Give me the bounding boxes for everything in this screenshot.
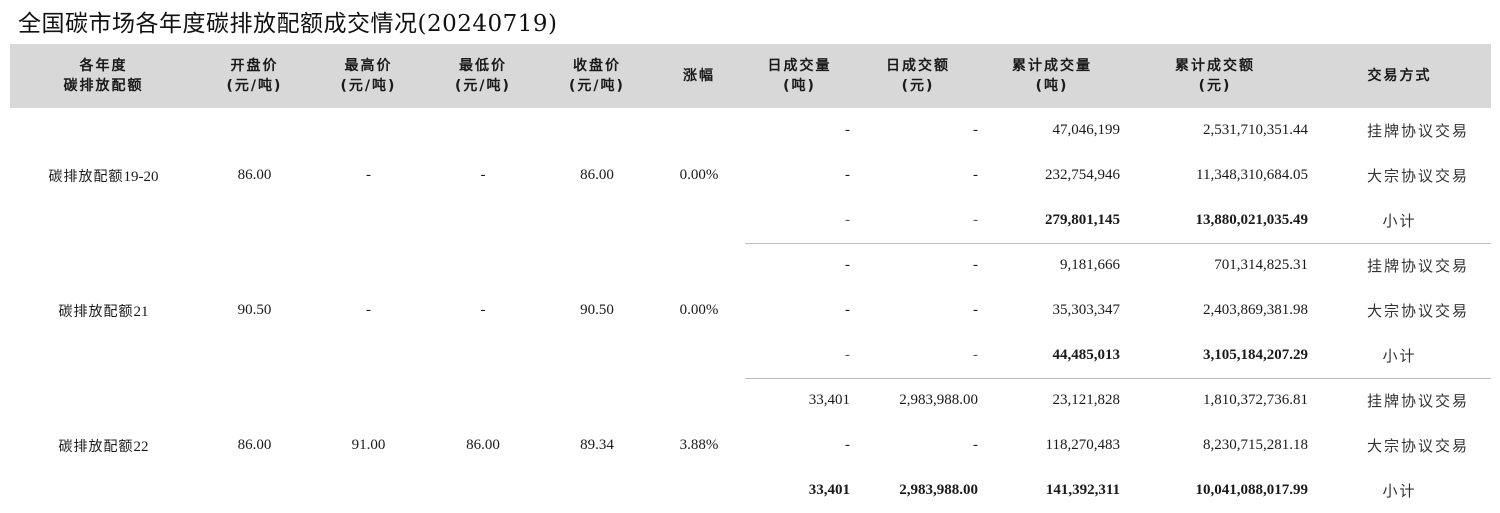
column-header-trade-mode: 交易方式 [1308, 44, 1491, 108]
open-price-cell: 86.00 [237, 167, 272, 183]
column-header-high: 最高价 (元/吨) [312, 44, 425, 108]
cumulative-volume-subtotal: 44,485,013 [982, 333, 1122, 379]
daily-volume-cell: - [745, 333, 854, 379]
high-price-cell: - [366, 167, 371, 183]
column-header-year: 各年度 碳排放配额 [10, 44, 197, 108]
subtotal-label: 小计 [1308, 198, 1491, 244]
column-header-low: 最低价 (元/吨) [425, 44, 541, 108]
daily-volume-cell: - [845, 257, 850, 274]
column-header-close: 收盘价 (元/吨) [541, 44, 653, 108]
close-price-cell: 90.50 [580, 302, 614, 318]
cumulative-amount-cell: 701,314,825.31 [1214, 257, 1308, 274]
daily-amount-subtotal: 2,983,988.00 [899, 482, 978, 498]
low-price-cell: 86.00 [466, 437, 500, 453]
open-price-cell: 86.00 [237, 437, 272, 453]
cumulative-volume-cell: 232,754,946 [1045, 167, 1120, 183]
daily-amount-cell: 2,983,988.00 [899, 392, 978, 409]
cumulative-amount-subtotal: 13,880,021,035.49 [1122, 198, 1308, 244]
high-price-cell: - [366, 302, 371, 318]
cumulative-amount-subtotal: 10,041,088,017.99 [1195, 482, 1309, 498]
change-cell: 3.88% [679, 437, 719, 453]
daily-volume-cell: - [845, 437, 850, 453]
cumulative-volume-subtotal: 141,392,311 [1045, 482, 1120, 498]
subtotal-label: 小计 [1308, 333, 1491, 379]
subtotal-label: 小计 [1382, 482, 1417, 500]
column-header-daily-amount: 日成交额 (元) [854, 44, 982, 108]
cumulative-volume-cell: 35,303,347 [1052, 302, 1121, 318]
trade-mode-cell: 挂牌协议交易 [1366, 122, 1469, 140]
daily-amount-cell: - [973, 122, 978, 138]
close-price-cell: 86.00 [580, 167, 614, 183]
column-header-open: 开盘价 (元/吨) [197, 44, 312, 108]
table-row: 碳排放配额21 90.50 - - 90.50 0.00% - - 9,181,… [10, 243, 1491, 319]
cumulative-amount-cell: 2,403,869,381.98 [1203, 302, 1308, 318]
high-price-cell: 91.00 [351, 437, 386, 453]
allowance-year-cell: 碳排放配额21 [58, 303, 149, 320]
daily-amount-cell: - [973, 167, 978, 183]
daily-volume-cell: - [845, 122, 850, 138]
daily-volume-cell: 33,401 [808, 392, 850, 409]
trade-mode-cell: 大宗协议交易 [1366, 437, 1469, 455]
trade-mode-cell: 大宗协议交易 [1366, 167, 1469, 185]
column-header-daily-volume: 日成交量 (吨) [745, 44, 854, 108]
column-header-change: 涨幅 [653, 44, 745, 108]
cumulative-volume-cell: 9,181,666 [1060, 257, 1120, 274]
trade-mode-cell: 大宗协议交易 [1366, 302, 1469, 320]
table-header-row: 各年度 碳排放配额 开盘价 (元/吨) 最高价 (元/吨) 最低价 (元/吨) 收盘价(… [10, 44, 1491, 108]
table-row: 碳排放配额22 86.00 91.00 86.00 89.34 3.88% 33… [10, 378, 1491, 454]
cumulative-amount-cell: 11,348,310,684.05 [1196, 167, 1308, 183]
cumulative-amount-cell: 2,531,710,351.44 [1203, 122, 1308, 138]
daily-amount-cell: - [973, 302, 978, 318]
close-price-cell: 89.34 [580, 437, 614, 453]
trade-mode-cell: 挂牌协议交易 [1366, 392, 1469, 411]
cumulative-volume-cell: 47,046,199 [1052, 122, 1121, 138]
daily-volume-cell: - [845, 167, 850, 183]
open-price-cell: 90.50 [237, 302, 272, 318]
cumulative-volume-cell: 118,270,483 [1045, 437, 1120, 453]
daily-amount-cell: - [973, 437, 978, 453]
column-header-cumulative-amount: 累计成交额 (元) [1122, 44, 1308, 108]
cumulative-amount-cell: 1,810,372,736.81 [1203, 392, 1308, 409]
cumulative-volume-subtotal: 279,801,145 [982, 198, 1122, 244]
daily-volume-cell: - [745, 198, 854, 244]
daily-volume-subtotal: 33,401 [808, 482, 850, 498]
cumulative-volume-cell: 23,121,828 [1052, 392, 1121, 409]
change-cell: 0.00% [679, 302, 719, 318]
daily-volume-cell: - [845, 302, 850, 318]
carbon-allowance-table: 各年度 碳排放配额 开盘价 (元/吨) 最高价 (元/吨) 最低价 (元/吨) 收盘价(… [10, 44, 1491, 513]
daily-amount-cell: - [973, 257, 978, 274]
low-price-cell: - [480, 167, 486, 183]
cumulative-amount-cell: 8,230,715,281.18 [1203, 437, 1308, 453]
column-header-cumulative-volume: 累计成交量 (吨) [982, 44, 1122, 108]
change-cell: 0.00% [679, 167, 719, 183]
low-price-cell: - [480, 302, 486, 318]
table-row: 碳排放配额19-20 86.00 - - 86.00 0.00% - - 47,… [10, 108, 1491, 185]
cumulative-amount-subtotal: 3,105,184,207.29 [1122, 333, 1308, 379]
daily-amount-cell: - [854, 198, 982, 244]
allowance-year-cell: 碳排放配额22 [58, 438, 149, 455]
page-title: 全国碳市场各年度碳排放配额成交情况(20240719) [18, 11, 558, 37]
allowance-year-cell: 碳排放配额19-20 [48, 168, 159, 185]
trade-mode-cell: 挂牌协议交易 [1366, 257, 1469, 276]
daily-amount-cell: - [854, 333, 982, 379]
